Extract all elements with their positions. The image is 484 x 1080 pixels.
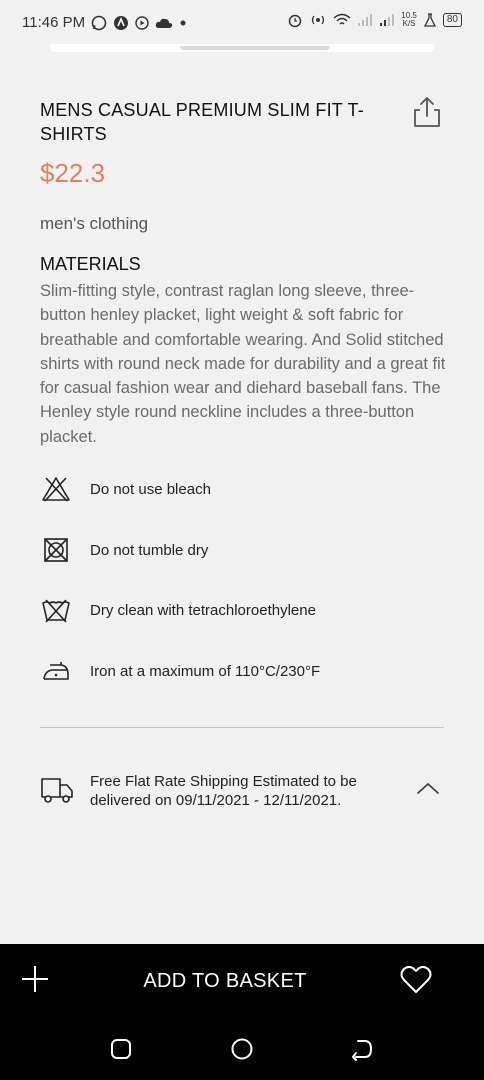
back-button[interactable] bbox=[350, 1036, 376, 1062]
product-category: men's clothing bbox=[40, 214, 149, 233]
heart-icon bbox=[400, 965, 432, 993]
status-bar: 11:46 PM 10.5 K/S 80 bbox=[0, 0, 484, 48]
dot-icon bbox=[179, 19, 187, 27]
delivery-truck-icon bbox=[40, 775, 74, 805]
circle-icon bbox=[231, 1038, 253, 1060]
materials-heading: MATERIALS bbox=[40, 254, 141, 274]
care-label: Dry clean with tetrachloroethylene bbox=[90, 601, 316, 619]
care-label: Iron at a maximum of 110°C/230°F bbox=[90, 662, 321, 680]
net-speed-unit: K/S bbox=[402, 19, 416, 28]
care-label: Do not use bleach bbox=[90, 480, 211, 498]
product-price: $22.3 bbox=[40, 158, 106, 188]
care-item-no-tumble-dry: Do not tumble dry bbox=[40, 534, 440, 566]
signal-icon bbox=[357, 13, 373, 27]
add-button[interactable] bbox=[20, 964, 50, 994]
no-tumble-dry-icon bbox=[40, 534, 72, 566]
care-item-no-bleach: Do not use bleach bbox=[40, 473, 440, 505]
dry-clean-icon bbox=[40, 594, 72, 626]
play-icon bbox=[135, 15, 149, 30]
network-speed: 10.5 K/S bbox=[401, 12, 417, 28]
no-bleach-icon bbox=[40, 473, 72, 505]
shipping-info: Free Flat Rate Shipping Estimated to be … bbox=[90, 773, 357, 809]
back-icon bbox=[352, 1040, 372, 1061]
chevron-up-icon bbox=[417, 783, 439, 794]
signal-icon-2 bbox=[379, 13, 395, 27]
section-divider bbox=[40, 727, 444, 728]
status-time: 11:46 PM bbox=[22, 14, 86, 31]
plus-icon bbox=[22, 966, 48, 992]
product-title: MENS CASUAL PREMIUM SLIM FIT T-SHIRTS bbox=[40, 100, 364, 144]
materials-description: Slim-fitting style, contrast raglan long… bbox=[40, 282, 446, 446]
add-to-basket-button[interactable]: ADD TO BASKET bbox=[120, 965, 330, 997]
wifi-icon bbox=[333, 13, 351, 27]
iron-icon bbox=[40, 655, 72, 687]
app-notification-icon bbox=[113, 15, 129, 31]
care-item-iron: Iron at a maximum of 110°C/230°F bbox=[40, 655, 440, 687]
home-button[interactable] bbox=[229, 1036, 255, 1062]
product-image-bottom-edge bbox=[50, 44, 434, 52]
share-button[interactable] bbox=[410, 94, 444, 130]
care-item-dry-clean: Dry clean with tetrachloroethylene bbox=[40, 594, 440, 626]
care-label: Do not tumble dry bbox=[90, 541, 209, 559]
battery-indicator: 80 bbox=[442, 13, 462, 27]
flask-icon bbox=[423, 13, 437, 27]
favorite-button[interactable] bbox=[400, 965, 432, 995]
share-icon bbox=[414, 97, 440, 127]
cloud-icon bbox=[155, 17, 173, 29]
recent-apps-button[interactable] bbox=[108, 1036, 134, 1062]
alarm-icon bbox=[287, 12, 303, 28]
whatsapp-icon bbox=[91, 15, 107, 31]
hotspot-icon bbox=[309, 13, 327, 27]
collapse-shipping-button[interactable] bbox=[414, 778, 442, 798]
square-icon bbox=[111, 1039, 131, 1059]
